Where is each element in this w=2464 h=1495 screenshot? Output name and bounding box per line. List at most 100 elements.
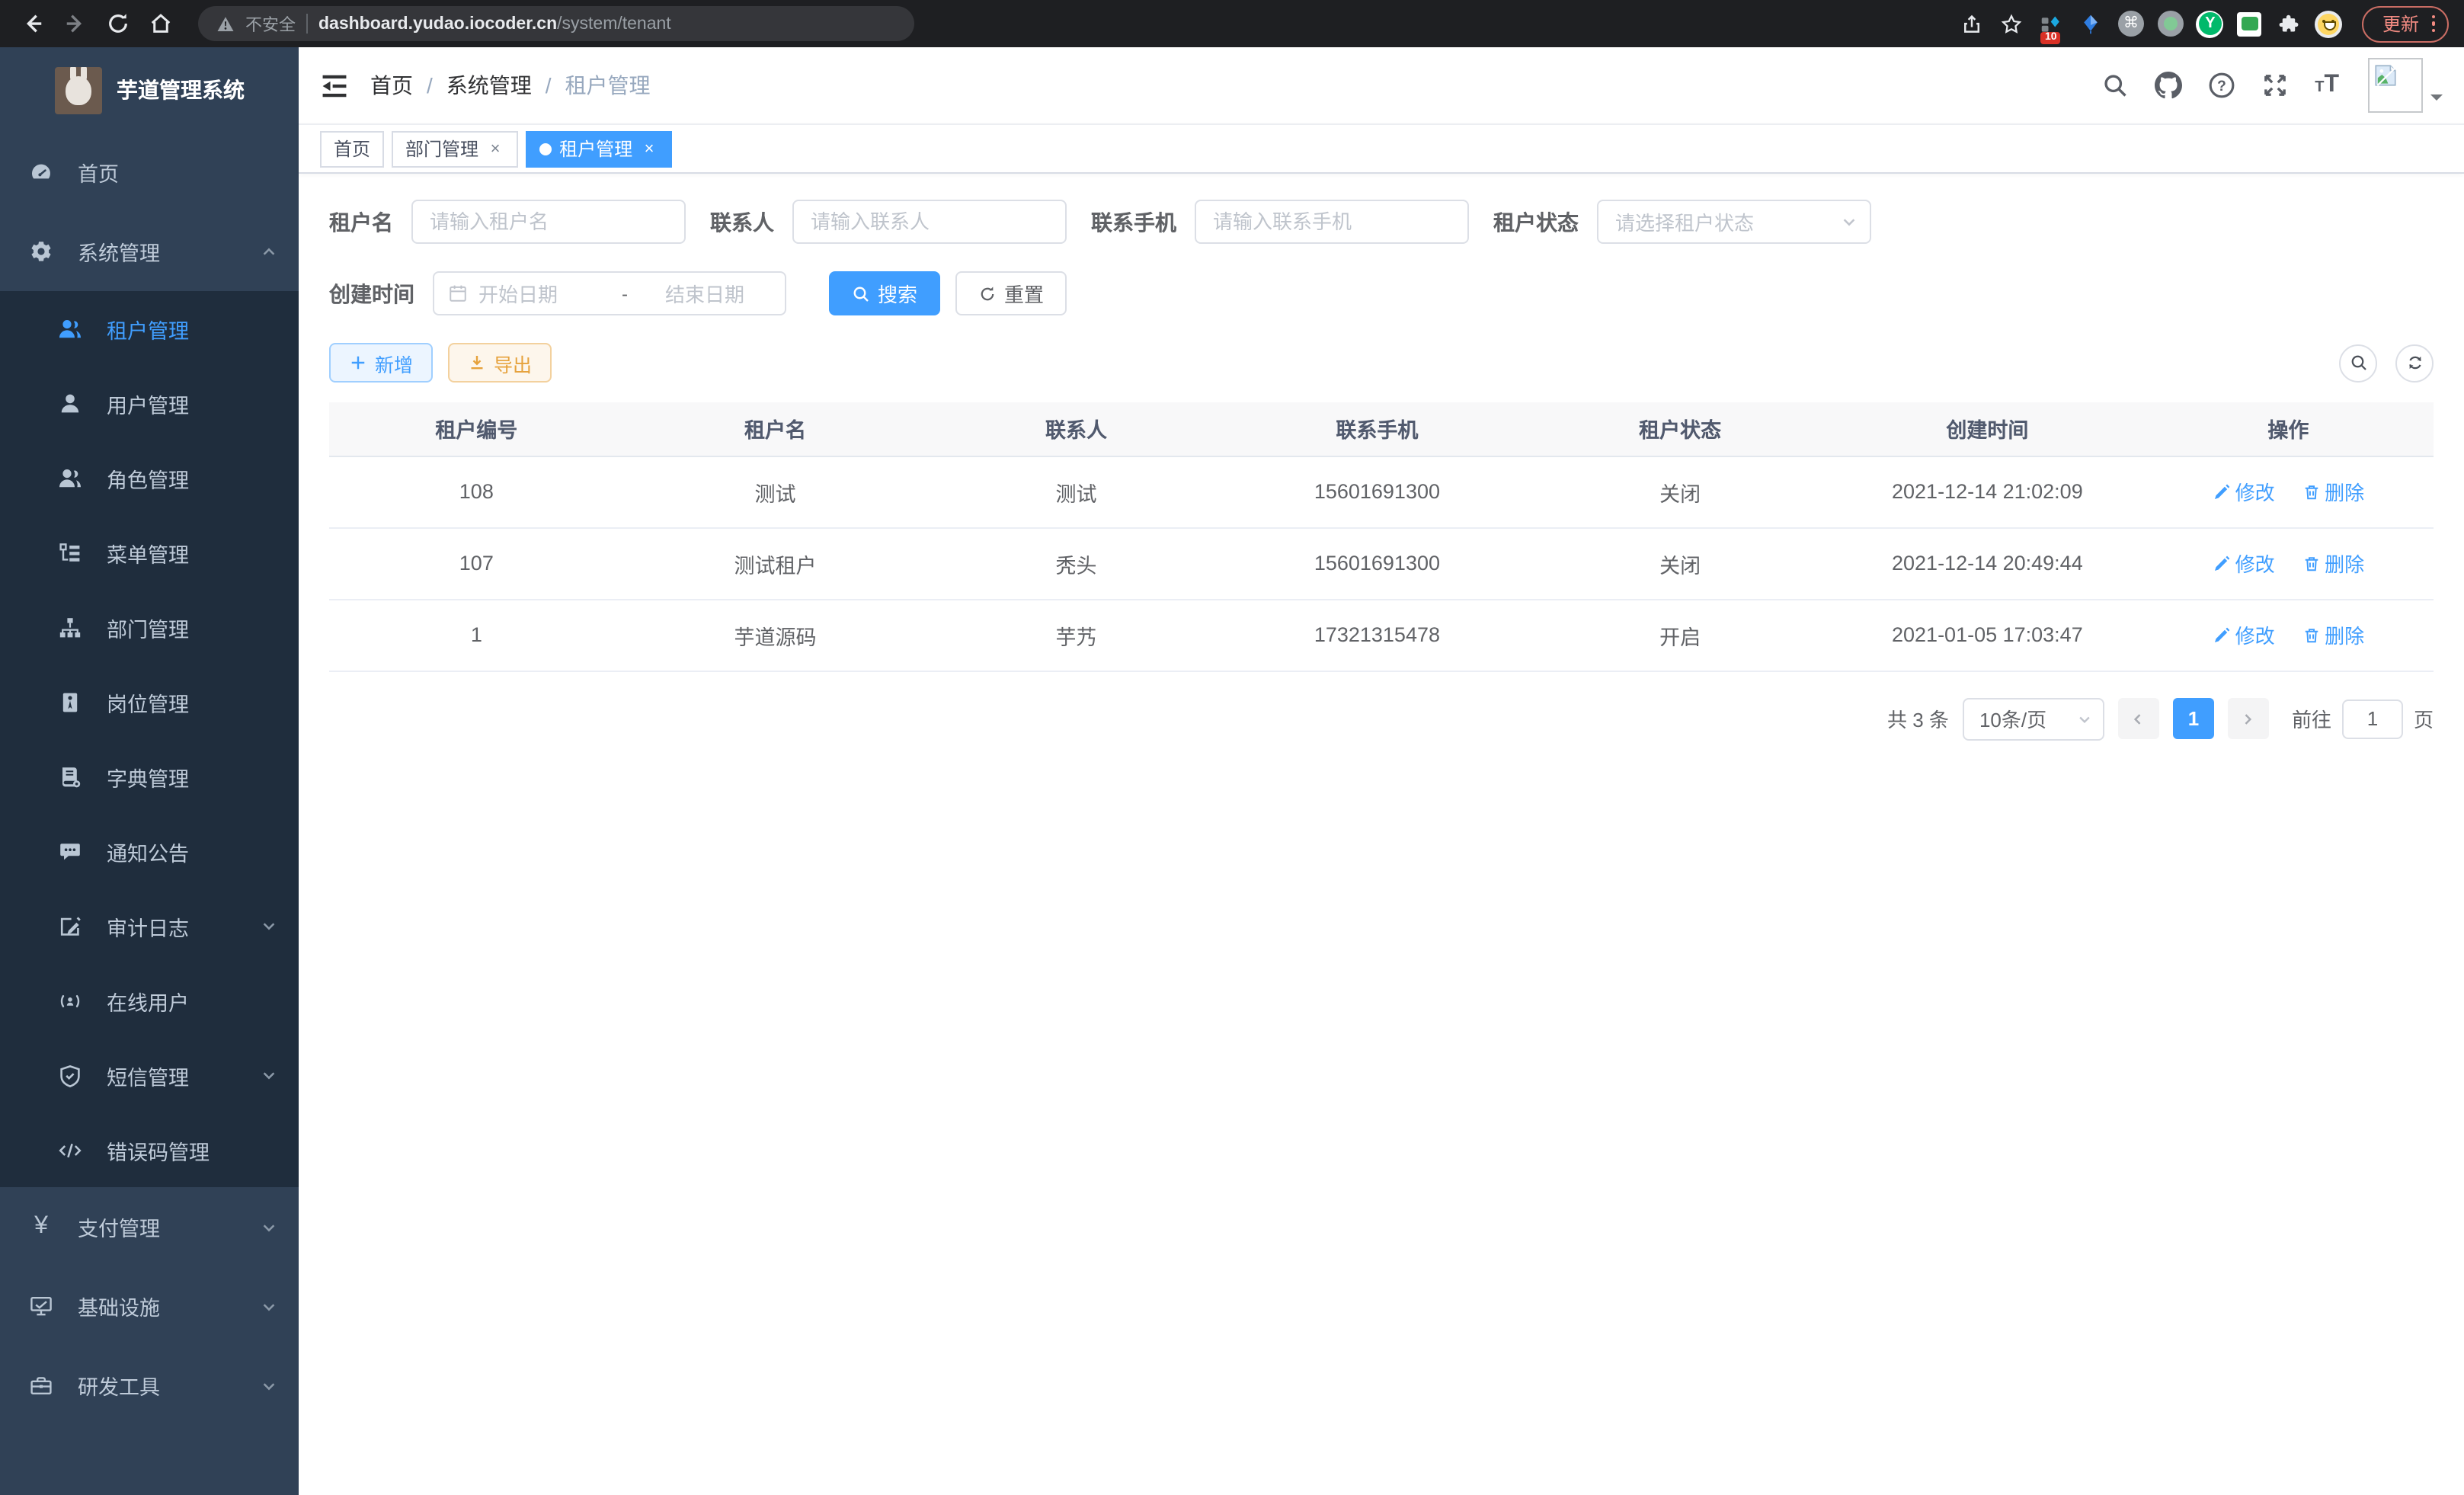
prev-page-button[interactable] bbox=[2118, 698, 2159, 739]
page-url[interactable]: dashboard.yudao.iocoder.cn/system/tenant bbox=[318, 14, 671, 33]
sidebar-item-error-code[interactable]: 错误码管理 bbox=[0, 1112, 299, 1187]
address-bar[interactable]: 不安全 dashboard.yudao.iocoder.cn/system/te… bbox=[198, 6, 914, 41]
date-range-picker[interactable]: 开始日期 - 结束日期 bbox=[433, 271, 786, 315]
delete-link[interactable]: 删除 bbox=[2302, 620, 2364, 649]
delete-link[interactable]: 删除 bbox=[2302, 549, 2364, 578]
reset-button[interactable]: 重置 bbox=[955, 271, 1067, 315]
sidebar-item-dept[interactable]: 部门管理 bbox=[0, 590, 299, 664]
extension-command[interactable]: ⌘ bbox=[2116, 8, 2146, 39]
browser-menu-icon[interactable] bbox=[2431, 15, 2435, 33]
sidebar-item-pay[interactable]: ¥ 支付管理 bbox=[0, 1187, 299, 1266]
browser-home-button[interactable] bbox=[143, 7, 177, 40]
share-button[interactable] bbox=[1957, 8, 1988, 39]
security-label[interactable]: 不安全 bbox=[245, 11, 296, 36]
browser-profile-avatar[interactable] bbox=[2314, 8, 2344, 39]
date-end-placeholder: 结束日期 bbox=[638, 279, 771, 308]
page-number-button[interactable]: 1 bbox=[2173, 698, 2214, 739]
sidebar-menu: 首页 系统管理 租户管理 用户管理 bbox=[0, 133, 299, 1425]
extension-kite[interactable] bbox=[2076, 8, 2107, 39]
github-icon[interactable] bbox=[2155, 72, 2182, 99]
tab-home[interactable]: 首页 bbox=[320, 130, 384, 167]
sidebar-item-user[interactable]: 用户管理 bbox=[0, 366, 299, 440]
tenant-name-input[interactable] bbox=[411, 200, 686, 244]
goto-page-input[interactable] bbox=[2342, 699, 2403, 738]
chevron-down-icon bbox=[1841, 213, 1858, 230]
sidebar-item-dev-tools[interactable]: 研发工具 bbox=[0, 1346, 299, 1425]
next-page-button[interactable] bbox=[2228, 698, 2269, 739]
users-icon bbox=[58, 316, 82, 341]
sidebar-fold-toggle-icon[interactable] bbox=[320, 71, 349, 100]
header-search-icon[interactable] bbox=[2101, 72, 2129, 99]
fullscreen-icon[interactable] bbox=[2261, 72, 2289, 99]
extension-yuque[interactable]: Y bbox=[2195, 8, 2226, 39]
table-row: 108 测试 测试 15601691300 关闭 2021-12-14 21:0… bbox=[329, 456, 2434, 527]
browser-back-button[interactable] bbox=[15, 7, 49, 40]
browser-reload-button[interactable] bbox=[101, 7, 134, 40]
breadcrumb-system[interactable]: 系统管理 bbox=[446, 70, 532, 101]
sidebar-item-online-user[interactable]: 在线用户 bbox=[0, 963, 299, 1038]
kite-icon bbox=[2081, 13, 2102, 34]
edit-link[interactable]: 修改 bbox=[2213, 549, 2275, 578]
chevron-right-icon bbox=[2241, 711, 2256, 726]
user-avatar-menu[interactable] bbox=[2368, 58, 2443, 113]
sidebar-item-dict[interactable]: 字典管理 bbox=[0, 739, 299, 814]
help-icon[interactable]: ? bbox=[2208, 72, 2235, 99]
edit-link[interactable]: 修改 bbox=[2213, 620, 2275, 649]
add-button[interactable]: 新增 bbox=[329, 343, 433, 383]
sidebar-item-role[interactable]: 角色管理 bbox=[0, 440, 299, 515]
cell-mobile: 17321315478 bbox=[1226, 599, 1529, 671]
broadcast-icon bbox=[58, 988, 82, 1013]
extension-tampermonkey[interactable]: 10 bbox=[2037, 8, 2067, 39]
tab-tenant[interactable]: 租户管理 × bbox=[526, 130, 672, 167]
cell-actions: 修改 删除 bbox=[2143, 456, 2434, 527]
sidebar-item-label: 菜单管理 bbox=[107, 537, 189, 568]
close-icon[interactable]: × bbox=[486, 139, 504, 158]
cell-contact: 秃头 bbox=[926, 527, 1225, 599]
sidebar-item-infra[interactable]: 基础设施 bbox=[0, 1266, 299, 1346]
sidebar-item-system[interactable]: 系统管理 bbox=[0, 212, 299, 291]
sidebar-item-sms[interactable]: 短信管理 bbox=[0, 1038, 299, 1112]
close-icon[interactable]: × bbox=[640, 139, 658, 158]
trash-icon bbox=[2302, 554, 2320, 572]
extension-translate[interactable] bbox=[2235, 8, 2265, 39]
calendar-icon bbox=[448, 283, 468, 303]
sidebar-item-tenant[interactable]: 租户管理 bbox=[0, 291, 299, 366]
browser-update-button[interactable]: 更新 bbox=[2363, 5, 2449, 42]
status-select[interactable]: 请选择租户状态 bbox=[1597, 200, 1871, 244]
page-size-select[interactable]: 10条/页 bbox=[1963, 697, 2104, 740]
sidebar-item-audit-log[interactable]: 审计日志 bbox=[0, 888, 299, 963]
search-button[interactable]: 搜索 bbox=[829, 271, 940, 315]
tenant-table: 租户编号 租户名 联系人 联系手机 租户状态 创建时间 操作 108 测试 bbox=[329, 402, 2434, 671]
extensions-menu-button[interactable] bbox=[2274, 8, 2305, 39]
bookmark-button[interactable] bbox=[1997, 8, 2027, 39]
dashboard-icon bbox=[29, 160, 53, 184]
delete-link[interactable]: 删除 bbox=[2302, 477, 2364, 506]
contact-input[interactable] bbox=[792, 200, 1067, 244]
breadcrumb-home[interactable]: 首页 bbox=[370, 70, 413, 101]
sidebar-item-notice[interactable]: 通知公告 bbox=[0, 814, 299, 888]
browser-forward-button[interactable] bbox=[58, 7, 91, 40]
cell-name: 测试租户 bbox=[624, 527, 927, 599]
sidebar-item-post[interactable]: 岗位管理 bbox=[0, 664, 299, 739]
export-button[interactable]: 导出 bbox=[448, 343, 552, 383]
extension-recorder[interactable] bbox=[2155, 8, 2186, 39]
mobile-input[interactable] bbox=[1195, 200, 1469, 244]
tab-label: 部门管理 bbox=[405, 136, 478, 162]
table-row: 107 测试租户 秃头 15601691300 关闭 2021-12-14 20… bbox=[329, 527, 2434, 599]
font-size-icon[interactable]: TT bbox=[2315, 72, 2339, 99]
code-icon bbox=[58, 1138, 82, 1162]
user-icon bbox=[58, 391, 82, 415]
toggle-search-button[interactable] bbox=[2339, 344, 2377, 382]
tab-dept[interactable]: 部门管理 × bbox=[392, 130, 518, 167]
sidebar-item-label: 角色管理 bbox=[107, 463, 189, 493]
forward-icon bbox=[63, 12, 86, 35]
col-actions: 操作 bbox=[2143, 402, 2434, 456]
sidebar-item-menu[interactable]: 菜单管理 bbox=[0, 515, 299, 590]
goto-page: 前往 页 bbox=[2292, 699, 2434, 738]
col-status: 租户状态 bbox=[1528, 402, 1832, 456]
edit-link[interactable]: 修改 bbox=[2213, 477, 2275, 506]
sidebar-item-home[interactable]: 首页 bbox=[0, 133, 299, 212]
tenant-name-label: 租户名 bbox=[329, 206, 393, 237]
refresh-table-button[interactable] bbox=[2395, 344, 2434, 382]
app-logo-row[interactable]: 芋道管理系统 bbox=[0, 47, 299, 133]
